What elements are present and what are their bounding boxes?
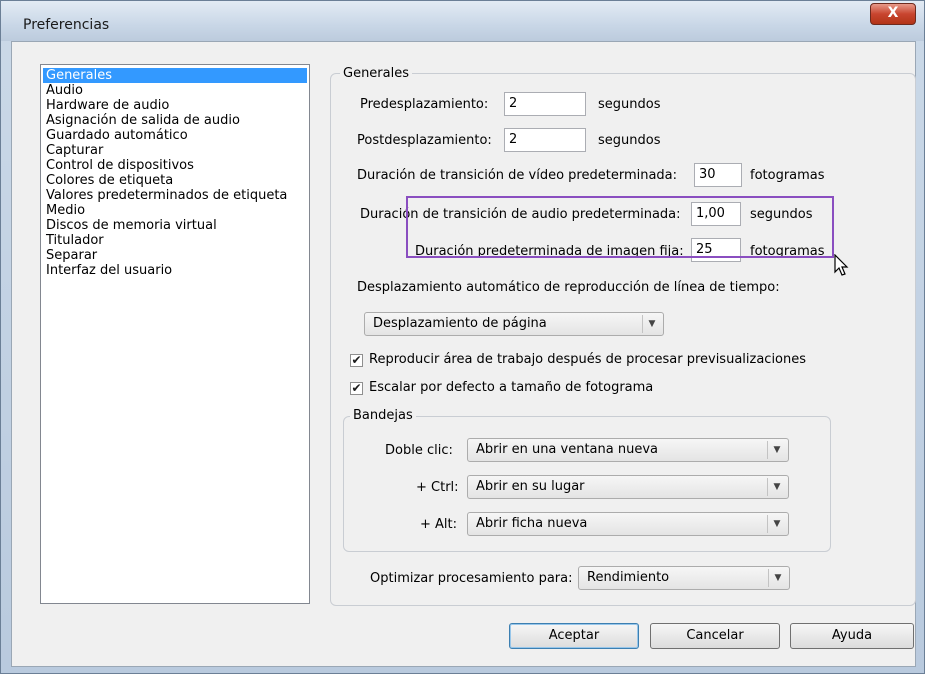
- close-button[interactable]: X: [870, 3, 916, 25]
- chevron-down-icon: ▼: [767, 478, 786, 496]
- autoscroll-value: Desplazamiento de página: [373, 316, 547, 331]
- alt-dropdown[interactable]: Abrir ficha nueva ▼: [467, 512, 789, 536]
- postroll-label: Postdesplazamiento:: [357, 133, 492, 148]
- preroll-input[interactable]: 2: [504, 92, 586, 116]
- autoscroll-dropdown[interactable]: Desplazamiento de página ▼: [364, 312, 664, 336]
- category-item[interactable]: Valores predeterminados de etiqueta: [43, 188, 307, 203]
- dialog-body: Generales Audio Hardware de audio Asignació…: [11, 41, 916, 667]
- mouse-pointer-icon: [834, 254, 849, 276]
- chevron-down-icon: ▼: [642, 315, 661, 333]
- category-item[interactable]: Titulador: [43, 233, 307, 248]
- help-button[interactable]: Ayuda: [790, 623, 914, 649]
- still-image-label: Duración predeterminada de imagen fija:: [415, 244, 684, 259]
- ok-button[interactable]: Aceptar: [509, 623, 639, 649]
- category-item[interactable]: Capturar: [43, 143, 307, 158]
- bins-group-label: Bandejas: [350, 408, 416, 423]
- category-item[interactable]: Separar: [43, 248, 307, 263]
- preferences-window: Preferencias X Generales Audio Hardware de…: [0, 0, 925, 674]
- scale-default-label: Escalar por defecto a tamaño de fotogram…: [369, 380, 654, 395]
- optimize-value: Rendimiento: [587, 570, 670, 585]
- category-list[interactable]: Generales Audio Hardware de audio Asignació…: [40, 64, 310, 604]
- alt-label: + Alt:: [420, 517, 458, 532]
- category-item[interactable]: Interfaz del usuario: [43, 263, 307, 278]
- category-item[interactable]: Hardware de audio: [43, 98, 307, 113]
- still-image-input[interactable]: 25: [691, 238, 741, 262]
- preroll-label: Predesplazamiento:: [360, 97, 489, 112]
- double-click-dropdown[interactable]: Abrir en una ventana nueva ▼: [467, 438, 789, 462]
- category-item[interactable]: Asignación de salida de audio: [43, 113, 307, 128]
- play-work-area-checkbox[interactable]: ✔: [350, 354, 363, 367]
- chevron-down-icon: ▼: [767, 441, 786, 459]
- audio-transition-input[interactable]: 1,00: [691, 202, 741, 226]
- chevron-down-icon: ▼: [767, 515, 786, 533]
- category-item[interactable]: Guardado automático: [43, 128, 307, 143]
- video-transition-unit: fotogramas: [750, 168, 825, 183]
- postroll-unit: segundos: [598, 133, 661, 148]
- video-transition-label: Duración de transición de vídeo predeter…: [357, 168, 678, 183]
- optimize-label: Optimizar procesamiento para:: [370, 571, 573, 586]
- cancel-button[interactable]: Cancelar: [650, 623, 780, 649]
- ctrl-label: + Ctrl:: [416, 480, 459, 495]
- audio-transition-unit: segundos: [750, 207, 813, 222]
- title-bar: Preferencias X: [1, 1, 924, 41]
- double-click-label: Doble clic:: [385, 443, 453, 458]
- optimize-dropdown[interactable]: Rendimiento ▼: [578, 566, 790, 590]
- play-work-area-label: Reproducir área de trabajo después de pr…: [369, 352, 807, 367]
- category-item[interactable]: Discos de memoria virtual: [43, 218, 307, 233]
- category-item[interactable]: Colores de etiqueta: [43, 173, 307, 188]
- ctrl-value: Abrir en su lugar: [476, 479, 585, 494]
- category-item[interactable]: Control de dispositivos: [43, 158, 307, 173]
- audio-transition-label: Duración de transición de audio predeter…: [360, 207, 681, 222]
- category-item[interactable]: Audio: [43, 83, 307, 98]
- category-item[interactable]: Medio: [43, 203, 307, 218]
- general-group-label: Generales: [340, 66, 413, 81]
- window-title: Preferencias: [23, 17, 110, 33]
- still-image-unit: fotogramas: [750, 244, 825, 259]
- video-transition-input[interactable]: 30: [694, 163, 742, 187]
- chevron-down-icon: ▼: [768, 569, 787, 587]
- postroll-input[interactable]: 2: [504, 128, 586, 152]
- scale-default-checkbox[interactable]: ✔: [350, 382, 363, 395]
- alt-value: Abrir ficha nueva: [476, 516, 588, 531]
- autoscroll-label: Desplazamiento automático de reproducció…: [357, 280, 780, 295]
- double-click-value: Abrir en una ventana nueva: [476, 442, 658, 457]
- category-item[interactable]: Generales: [43, 68, 307, 83]
- preroll-unit: segundos: [598, 97, 661, 112]
- ctrl-dropdown[interactable]: Abrir en su lugar ▼: [467, 475, 789, 499]
